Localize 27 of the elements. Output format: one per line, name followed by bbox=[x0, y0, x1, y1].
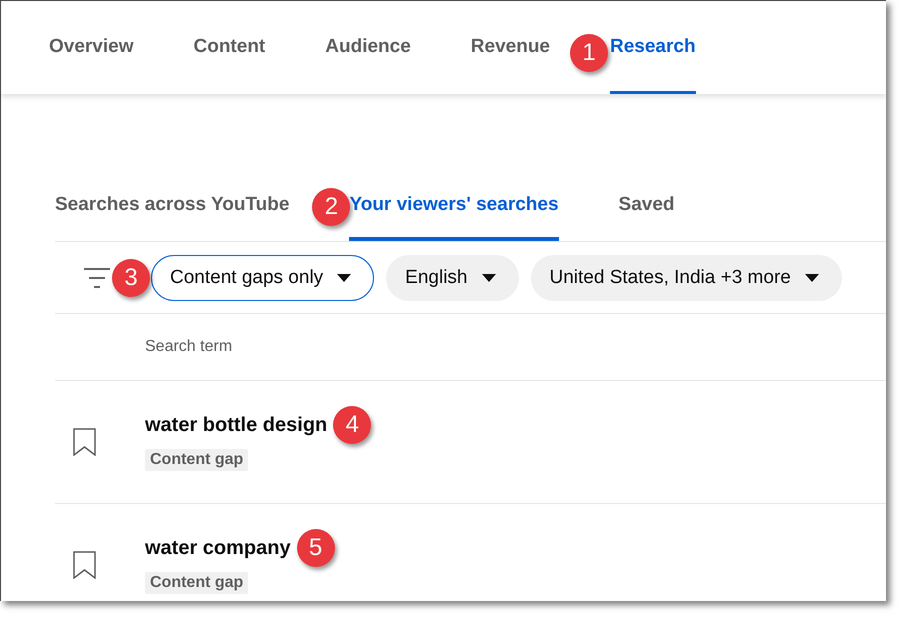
column-header: Search term bbox=[145, 338, 232, 356]
nav-tab[interactable]: Overview bbox=[49, 1, 134, 94]
caret-icon bbox=[804, 274, 819, 282]
nav-tab[interactable]: Revenue bbox=[470, 1, 550, 94]
nav-tab[interactable]: Content bbox=[194, 1, 266, 94]
filter-dropdown[interactable]: United States, India +3 more bbox=[530, 254, 842, 300]
bookmark-icon[interactable] bbox=[73, 428, 96, 456]
number-badge: 2 bbox=[312, 188, 350, 226]
caret-icon bbox=[337, 274, 352, 282]
number-badge: 5 bbox=[296, 529, 335, 567]
search-term: water bottle design bbox=[145, 414, 328, 436]
number-badge: 3 bbox=[112, 258, 150, 296]
nav-tab[interactable]: Audience bbox=[325, 1, 411, 94]
filter-dropdown[interactable]: English bbox=[386, 254, 518, 300]
content-gap-tag: Content gap bbox=[145, 448, 248, 470]
results-tab[interactable]: Your viewers' searches bbox=[349, 169, 559, 241]
number-badge: 4 bbox=[333, 406, 372, 444]
content-gap-tag: Content gap bbox=[145, 572, 248, 594]
bookmark-icon[interactable] bbox=[73, 551, 96, 579]
number-badge: 1 bbox=[570, 34, 608, 72]
filter-icon[interactable] bbox=[83, 266, 111, 288]
results-tab[interactable]: Searches across YouTube bbox=[55, 169, 290, 241]
results-tab[interactable]: Saved bbox=[618, 169, 675, 241]
nav-tab[interactable]: Research bbox=[610, 1, 696, 94]
filter-dropdown[interactable]: Content gaps only bbox=[151, 254, 374, 300]
search-term: water company bbox=[145, 536, 291, 558]
caret-icon bbox=[482, 274, 496, 282]
